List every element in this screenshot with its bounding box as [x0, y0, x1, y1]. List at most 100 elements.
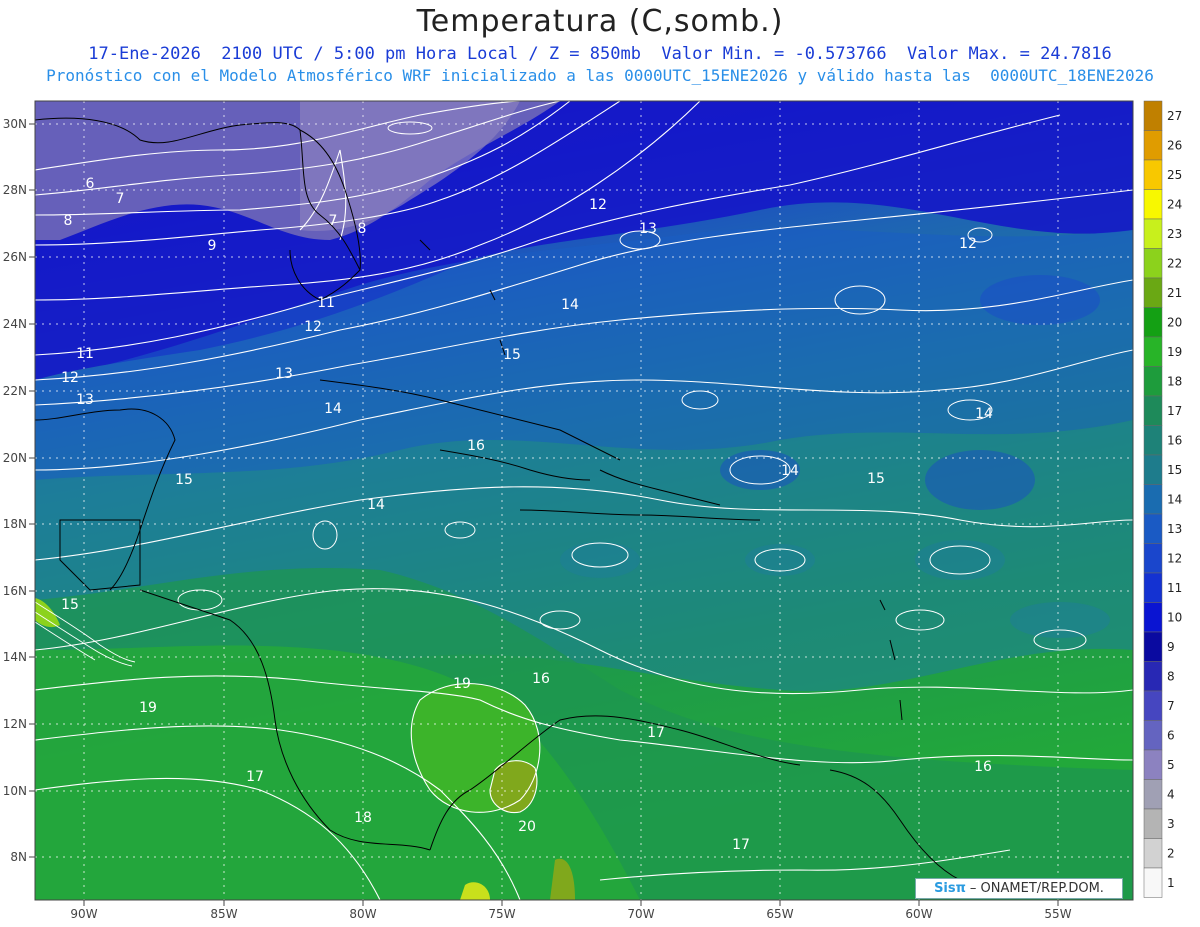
colorbar-label: 24: [1167, 198, 1182, 212]
longitude-axis: 90W 85W 80W 75W 70W 65W 60W 55W: [70, 907, 1071, 921]
colorbar: 2726252423222120191817161514131211109876…: [1143, 100, 1182, 898]
contour-label: 9: [208, 238, 217, 254]
colorbar-label: 6: [1167, 729, 1175, 743]
contour-label: 7: [116, 191, 125, 207]
colorbar-swatch: [1143, 572, 1163, 603]
colorbar-swatch: [1143, 838, 1163, 869]
contour-label: 8: [64, 213, 73, 229]
colorbar-swatch: [1143, 543, 1163, 574]
colorbar-swatch: [1143, 189, 1163, 220]
lon-label: 60W: [905, 907, 932, 921]
colorbar-swatch: [1143, 248, 1163, 279]
colorbar-swatch: [1143, 425, 1163, 456]
colorbar-swatch: [1143, 159, 1163, 190]
colorbar-swatch: [1143, 130, 1163, 161]
colorbar-label: 1: [1167, 876, 1175, 890]
latitude-axis: 30N 28N 26N 24N 22N 20N 18N 16N 14N 12N …: [3, 117, 27, 864]
contour-label: 14: [975, 406, 993, 422]
colorbar-label: 26: [1167, 139, 1182, 153]
lat-label: 22N: [3, 384, 27, 398]
colorbar-swatch: [1143, 277, 1163, 308]
lat-label: 18N: [3, 517, 27, 531]
colorbar-label: 11: [1167, 581, 1182, 595]
colorbar-swatch: [1143, 307, 1163, 338]
lon-label: 55W: [1044, 907, 1071, 921]
lon-label: 90W: [70, 907, 97, 921]
lat-label: 26N: [3, 250, 27, 264]
colorbar-swatch: [1143, 690, 1163, 721]
colorbar-swatch: [1143, 808, 1163, 839]
colorbar-label: 15: [1167, 463, 1182, 477]
colorbar-label: 4: [1167, 788, 1175, 802]
lat-label: 30N: [3, 117, 27, 131]
contour-label: 16: [532, 671, 550, 687]
lon-label: 70W: [627, 907, 654, 921]
colorbar-label: 19: [1167, 345, 1182, 359]
contour-label: 17: [246, 769, 264, 785]
contour-label: 14: [324, 401, 342, 417]
colorbar-label: 16: [1167, 434, 1182, 448]
contour-label: 15: [61, 597, 79, 613]
contour-label: 13: [639, 221, 657, 237]
contour-label: 6: [86, 176, 95, 192]
colorbar-label: 18: [1167, 375, 1182, 389]
lon-label: 80W: [349, 907, 376, 921]
colorbar-swatch: [1143, 513, 1163, 544]
colorbar-label: 25: [1167, 168, 1182, 182]
colorbar-label: 12: [1167, 552, 1182, 566]
colorbar-label: 27: [1167, 109, 1182, 123]
lat-label: 10N: [3, 784, 27, 798]
contour-label: 15: [175, 472, 193, 488]
contour-label: 11: [76, 346, 94, 362]
colorbar-label: 23: [1167, 227, 1182, 241]
colorbar-swatch: [1143, 454, 1163, 485]
contour-label: 16: [974, 759, 992, 775]
colorbar-swatch: [1143, 218, 1163, 249]
contour-label: 17: [732, 837, 750, 853]
colorbar-label: 2: [1167, 847, 1175, 861]
lat-label: 20N: [3, 451, 27, 465]
colorbar-swatch: [1143, 720, 1163, 751]
colorbar-swatch: [1143, 867, 1163, 898]
lon-label: 75W: [488, 907, 515, 921]
lon-label: 85W: [210, 907, 237, 921]
colorbar-label: 20: [1167, 316, 1182, 330]
lat-label: 16N: [3, 584, 27, 598]
contour-label: 12: [61, 370, 79, 386]
credit-text: – ONAMET/REP.DOM.: [969, 881, 1104, 896]
contour-label: 7: [329, 213, 338, 229]
colorbar-swatch: [1143, 366, 1163, 397]
contour-label: 14: [781, 463, 799, 479]
contour-label: 19: [453, 676, 471, 692]
colorbar-label: 3: [1167, 817, 1175, 831]
colorbar-label: 14: [1167, 493, 1182, 507]
map-figure: 6 7 8 9 11 12 13 14 15 16 17 18 19 20 12…: [3, 100, 1182, 921]
colorbar-swatch: [1143, 336, 1163, 367]
colorbar-label: 21: [1167, 286, 1182, 300]
colorbar-swatch: [1143, 779, 1163, 810]
colorbar-label: 9: [1167, 640, 1175, 654]
credit-box: Sisπ – ONAMET/REP.DOM.: [915, 878, 1123, 899]
colorbar-label: 22: [1167, 257, 1182, 271]
contour-label: 16: [467, 438, 485, 454]
colorbar-label: 7: [1167, 699, 1175, 713]
contour-label: 13: [275, 366, 293, 382]
colorbar-swatch: [1143, 631, 1163, 662]
contour-label: 18: [354, 810, 372, 826]
sispi-logo: Sisπ: [934, 881, 966, 896]
contour-label: 19: [139, 700, 157, 716]
colorbar-label: 13: [1167, 522, 1182, 536]
colorbar-swatch: [1143, 661, 1163, 692]
colorbar-label: 17: [1167, 404, 1182, 418]
contour-label: 17: [647, 725, 665, 741]
colorbar-swatch: [1143, 602, 1163, 633]
colorbar-swatch: [1143, 749, 1163, 780]
contour-label: 14: [561, 297, 579, 313]
lat-label: 8N: [10, 850, 27, 864]
lat-label: 24N: [3, 317, 27, 331]
contour-label: 13: [76, 392, 94, 408]
colorbar-label: 8: [1167, 670, 1175, 684]
lon-label: 65W: [766, 907, 793, 921]
contour-label: 8: [358, 221, 367, 237]
colorbar-label: 5: [1167, 758, 1175, 772]
